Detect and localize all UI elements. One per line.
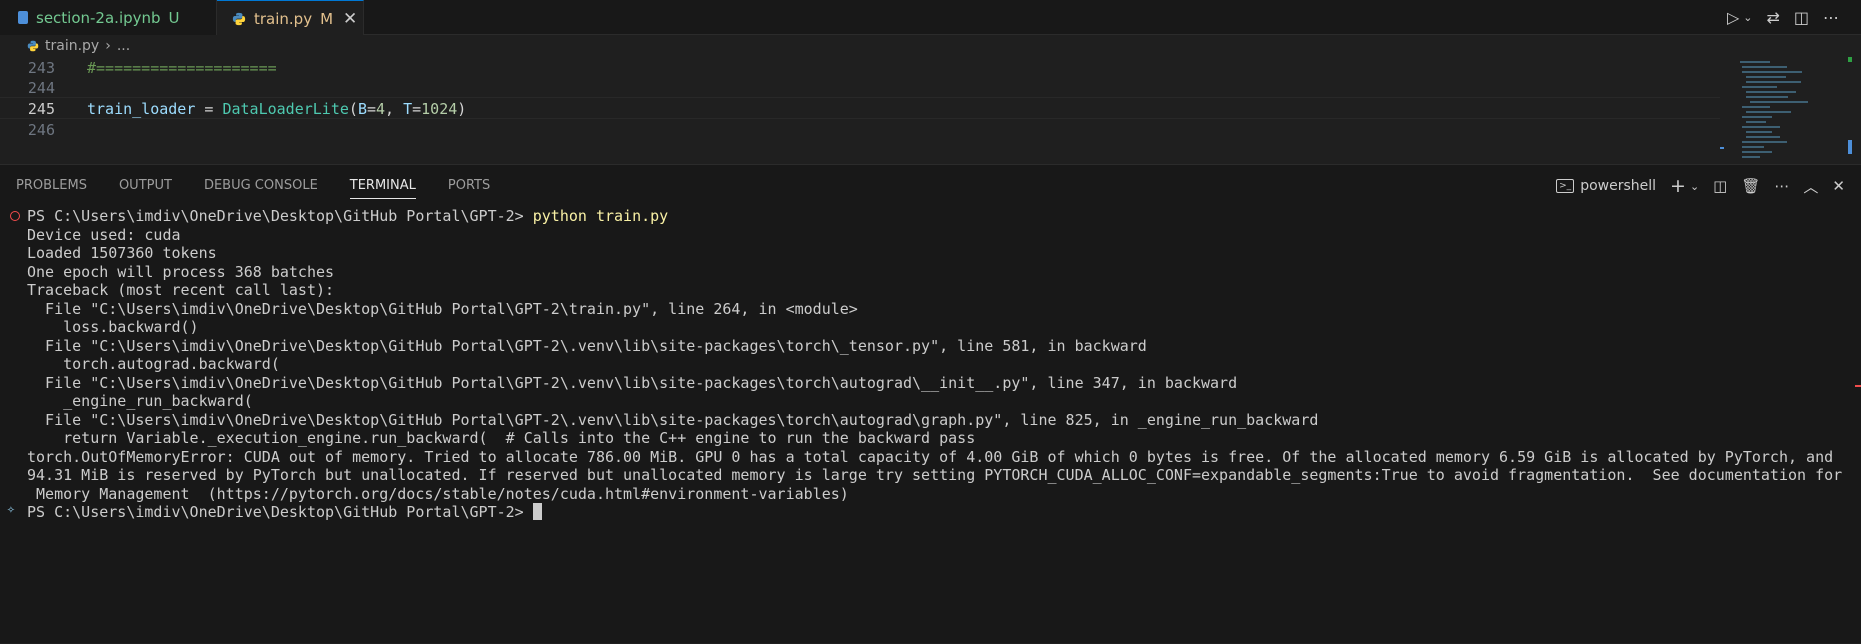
split-terminal-icon[interactable]: ◫ bbox=[1713, 177, 1727, 195]
terminal-command: python train.py bbox=[532, 207, 669, 225]
terminal-line: File "C:\Users\imdiv\OneDrive\Desktop\Gi… bbox=[27, 336, 1147, 355]
tab-debug-console[interactable]: DEBUG CONSOLE bbox=[204, 165, 318, 207]
tab-section-2a[interactable]: section-2a.ipynb U bbox=[0, 0, 217, 35]
editor-actions: ▷ ⌄ ⇄ ◫ ⋯ bbox=[1727, 0, 1861, 35]
line-number: 244 bbox=[27, 79, 55, 97]
split-editor-icon[interactable]: ◫ bbox=[1794, 8, 1809, 27]
tab-label: section-2a.ipynb bbox=[36, 8, 161, 27]
panel-actions: >_ powershell + ⌄ ◫ 🗑 ⋯ ︿ ✕ bbox=[1556, 165, 1845, 207]
terminal-icon: >_ bbox=[1556, 179, 1575, 193]
terminal-line: torch.OutOfMemoryError: CUDA out of memo… bbox=[27, 447, 1834, 466]
line-number: 246 bbox=[27, 121, 55, 139]
tab-output[interactable]: OUTPUT bbox=[119, 165, 172, 207]
line-number: 245 bbox=[27, 100, 55, 118]
close-icon[interactable]: ✕ bbox=[343, 9, 357, 29]
run-icon[interactable]: ▷ bbox=[1727, 8, 1739, 27]
scrollbar-error-marker bbox=[1855, 385, 1861, 387]
chevron-right-icon: › bbox=[105, 38, 111, 54]
more-actions-icon[interactable]: ⋯ bbox=[1823, 8, 1839, 27]
trash-icon[interactable]: 🗑 bbox=[1741, 177, 1760, 195]
tab-ports[interactable]: PORTS bbox=[448, 165, 490, 207]
minimap[interactable] bbox=[1720, 57, 1861, 164]
tab-problems[interactable]: PROBLEMS bbox=[16, 165, 87, 207]
terminal-line: Memory Management (https://pytorch.org/d… bbox=[27, 484, 849, 503]
chevron-down-icon[interactable]: ⌄ bbox=[1743, 11, 1752, 24]
code-editor[interactable]: 243 #==================== 244 245 train_… bbox=[0, 57, 1861, 164]
line-number: 243 bbox=[27, 59, 55, 77]
terminal-line: File "C:\Users\imdiv\OneDrive\Desktop\Gi… bbox=[27, 299, 858, 318]
chevron-down-icon[interactable]: ⌄ bbox=[1690, 180, 1699, 193]
shell-selector[interactable]: >_ powershell bbox=[1556, 178, 1656, 194]
sparkle-icon[interactable]: ✧ bbox=[7, 501, 15, 520]
compare-changes-icon[interactable]: ⇄ bbox=[1766, 8, 1779, 27]
terminal-line: PS C:\Users\imdiv\OneDrive\Desktop\GitHu… bbox=[27, 207, 669, 225]
terminal-line: loss.backward() bbox=[27, 318, 199, 336]
maximize-panel-icon[interactable]: ︿ bbox=[1803, 176, 1818, 197]
terminal-line: File "C:\Users\imdiv\OneDrive\Desktop\Gi… bbox=[27, 410, 1319, 429]
code-text: train_loader = DataLoaderLite(B=4, T=102… bbox=[87, 100, 467, 118]
editor-tab-bar: section-2a.ipynb U train.py M ✕ ▷ ⌄ ⇄ ◫ … bbox=[0, 0, 1861, 36]
code-line: 243 #==================== bbox=[0, 57, 1720, 79]
terminal-line: torch.autograd.backward( bbox=[27, 355, 280, 373]
terminal-line: _engine_run_backward( bbox=[27, 392, 253, 410]
breadcrumb-more[interactable]: ... bbox=[117, 38, 130, 54]
untracked-badge: U bbox=[168, 8, 180, 27]
panel-tabs: PROBLEMS OUTPUT DEBUG CONSOLE TERMINAL P… bbox=[16, 165, 490, 207]
terminal-line: return Variable._execution_engine.run_ba… bbox=[27, 429, 976, 447]
more-actions-icon[interactable]: ⋯ bbox=[1774, 177, 1789, 195]
error-status-icon bbox=[10, 211, 20, 221]
code-line: 244 bbox=[0, 77, 1720, 99]
terminal-line: Device used: cuda bbox=[27, 225, 181, 244]
new-terminal-icon[interactable]: + bbox=[1670, 175, 1686, 197]
notebook-icon bbox=[18, 11, 28, 24]
terminal-line: 94.31 MiB is reserved by PyTorch but una… bbox=[27, 466, 1843, 484]
modified-badge: M bbox=[320, 9, 334, 28]
close-panel-icon[interactable]: ✕ bbox=[1832, 177, 1845, 195]
python-icon bbox=[27, 40, 39, 52]
terminal-output[interactable]: PS C:\Users\imdiv\OneDrive\Desktop\GitHu… bbox=[0, 207, 1861, 644]
terminal-line: File "C:\Users\imdiv\OneDrive\Desktop\Gi… bbox=[27, 373, 1238, 392]
terminal-line: Loaded 1507360 tokens bbox=[27, 244, 217, 262]
tab-label: train.py bbox=[254, 9, 313, 28]
code-line: 246 bbox=[0, 119, 1720, 141]
bottom-panel: PROBLEMS OUTPUT DEBUG CONSOLE TERMINAL P… bbox=[0, 164, 1861, 643]
shell-name: powershell bbox=[1580, 178, 1657, 194]
tab-terminal[interactable]: TERMINAL bbox=[349, 165, 417, 207]
terminal-cursor bbox=[532, 503, 542, 520]
breadcrumb: train.py › ... bbox=[0, 35, 1861, 57]
breadcrumb-file[interactable]: train.py bbox=[45, 38, 99, 54]
code-line-current: 245 train_loader = DataLoaderLite(B=4, T… bbox=[0, 97, 1720, 119]
scroll-position-marker bbox=[1848, 140, 1852, 154]
terminal-line: Traceback (most recent call last): bbox=[27, 281, 335, 299]
python-icon bbox=[232, 12, 246, 25]
terminal-line: One epoch will process 368 batches bbox=[27, 262, 335, 281]
terminal-prompt-line: PS C:\Users\imdiv\OneDrive\Desktop\GitHu… bbox=[27, 503, 542, 522]
tab-train-py[interactable]: train.py M ✕ bbox=[217, 0, 364, 36]
git-change-marker bbox=[1848, 57, 1852, 62]
code-comment: #==================== bbox=[87, 59, 277, 77]
